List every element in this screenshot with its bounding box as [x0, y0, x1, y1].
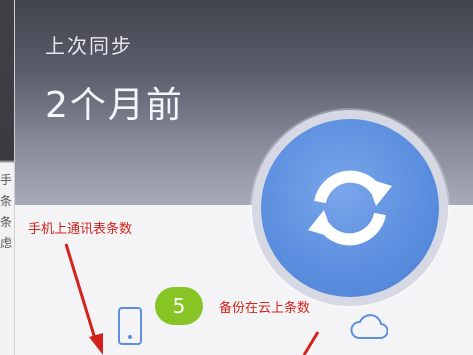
arrow-to-cloud-count [302, 331, 320, 355]
arrow-to-phone-count [64, 243, 103, 355]
screen: 手 条 条 虑 上次同步 2个月前 手机上通讯表条数 备份在云上条数 5 [0, 0, 473, 355]
annotation-arrows [64, 243, 320, 355]
